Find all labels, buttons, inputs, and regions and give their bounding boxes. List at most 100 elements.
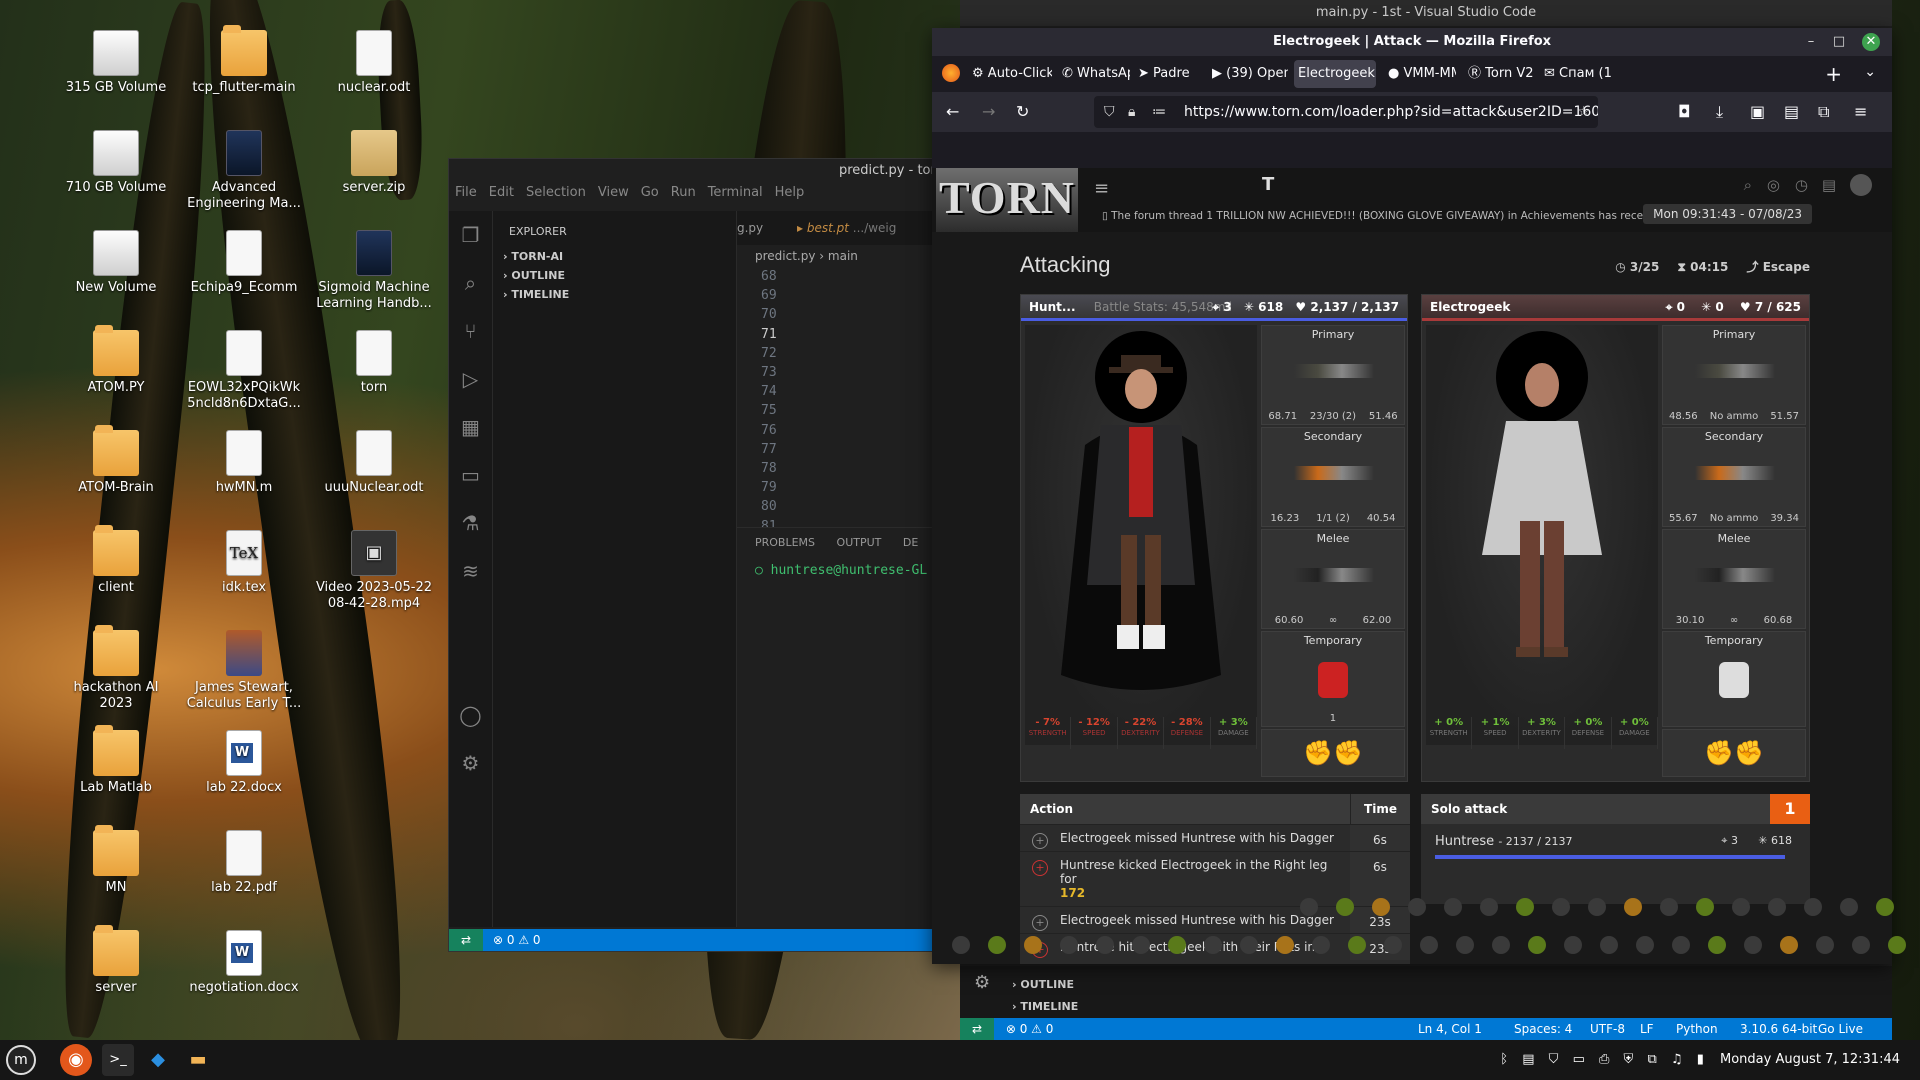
cursor-position[interactable]: Ln 4, Col 1 — [1418, 1018, 1482, 1040]
menu-go[interactable]: Go — [641, 185, 659, 200]
crumb-file[interactable]: predict.py — [755, 249, 815, 263]
chat-channel-button[interactable] — [1552, 898, 1570, 916]
desktop-icon[interactable]: MN — [56, 825, 176, 896]
weapon-slot-temporary[interactable]: Temporary 1 — [1261, 631, 1405, 727]
browser-tab[interactable]: ✉ Спам (12) — [1540, 60, 1612, 88]
browser-tab[interactable]: ⚙ Auto-Click — [968, 60, 1052, 88]
chat-channel-button[interactable] — [1804, 898, 1822, 916]
browser-tab[interactable]: ▶ (39) Open — [1208, 60, 1288, 88]
fists-kick-slot[interactable]: ✊✊ — [1261, 729, 1405, 777]
chat-channel-button[interactable] — [1372, 898, 1390, 916]
settings-icon[interactable]: ⚙ — [459, 751, 483, 775]
menu-view[interactable]: View — [598, 185, 629, 200]
fists-kick-slot[interactable]: ✊✊ — [1662, 729, 1806, 777]
search-icon[interactable]: ⌕ — [1744, 176, 1752, 194]
menu-run[interactable]: Run — [671, 185, 696, 200]
binoculars-icon[interactable]: ◎ — [1767, 176, 1780, 194]
chat-channel-button[interactable] — [1096, 936, 1114, 954]
desktop-icon[interactable]: hwMN.m — [184, 430, 304, 496]
permissions-icon[interactable]: ≔ — [1152, 96, 1166, 128]
remote-icon[interactable]: ⇄ — [449, 929, 483, 951]
desktop-icon[interactable]: 315 GB Volume — [56, 30, 176, 96]
encoding[interactable]: UTF-8 — [1590, 1018, 1625, 1040]
chat-channel-button[interactable] — [1696, 898, 1714, 916]
network-icon[interactable]: ⧉ — [1647, 1052, 1656, 1067]
section-torn-ai[interactable]: › TORN-AI — [493, 238, 736, 263]
timeline-section[interactable]: › TIMELINE — [1012, 1000, 1078, 1013]
python-version[interactable]: 3.10.6 64-bit — [1740, 1018, 1817, 1040]
back-icon[interactable]: ← — [946, 102, 959, 121]
desktop-icon[interactable]: uuuNuclear.odt — [314, 430, 434, 496]
tab-g-py[interactable]: g.py — [737, 221, 763, 235]
menu-selection[interactable]: Selection — [526, 185, 586, 200]
chat-channel-button[interactable] — [1600, 936, 1618, 954]
menu-help[interactable]: Help — [775, 185, 805, 200]
testing-icon[interactable]: ⚗ — [459, 511, 483, 535]
chat-channel-button[interactable] — [1528, 936, 1546, 954]
tab-list-icon[interactable]: ⌄ — [1864, 64, 1876, 80]
chat-channel-button[interactable] — [1204, 936, 1222, 954]
chat-channel-button[interactable] — [1408, 898, 1426, 916]
chat-channel-button[interactable] — [1816, 936, 1834, 954]
clock-tray[interactable]: Monday August 7, 12:31:44 — [1720, 1052, 1900, 1067]
tab-problems[interactable]: PROBLEMS — [755, 536, 815, 549]
downloads-icon[interactable]: ⤓ — [1716, 102, 1723, 122]
desktop-icon[interactable]: ATOM.PY — [56, 325, 176, 396]
torn-logo[interactable]: TORN — [936, 168, 1078, 232]
news-ticker[interactable]: ▯ The forum thread 1 TRILLION NW ACHIEVE… — [1102, 210, 1716, 222]
remote-explorer-icon[interactable]: ▭ — [459, 463, 483, 487]
go-live-button[interactable]: Go Live — [1818, 1018, 1863, 1040]
chat-channel-button[interactable] — [1168, 936, 1186, 954]
solo-player-name[interactable]: Huntrese — [1435, 834, 1494, 849]
lock-icon[interactable]: 🔒︎ — [1128, 96, 1135, 128]
player-name[interactable]: Hunt... — [1029, 300, 1076, 314]
chat-channel-button[interactable] — [1780, 936, 1798, 954]
desktop-icon[interactable]: Lab Matlab — [56, 725, 176, 796]
outline-section[interactable]: › OUTLINE — [1012, 978, 1074, 991]
browser-tab[interactable]: ● VMM-MM — [1384, 60, 1456, 88]
desktop-icon[interactable]: ATOM-Brain — [56, 425, 176, 496]
close-icon[interactable]: ✕ — [1862, 33, 1880, 51]
section-outline[interactable]: › OUTLINE — [493, 263, 736, 282]
bluetooth-icon[interactable]: ᛒ — [1500, 1052, 1508, 1067]
chat-channel-button[interactable] — [1444, 898, 1462, 916]
chat-channel-button[interactable] — [1132, 936, 1150, 954]
chat-channel-button[interactable] — [1876, 898, 1894, 916]
terminal-taskbar-icon[interactable]: >_ — [102, 1044, 134, 1076]
chat-channel-button[interactable] — [1336, 898, 1354, 916]
update-icon[interactable]: ⛨ — [1624, 1052, 1634, 1067]
vscode-taskbar-icon[interactable]: ◆ — [142, 1044, 174, 1076]
browser-tab[interactable]: Ⓡ Torn V2 > — [1464, 60, 1534, 88]
url-bar[interactable]: ⛉ 🔒︎ ≔ https://www.torn.com/loader.php?s… — [1094, 96, 1598, 128]
crumb-symbol[interactable]: main — [828, 249, 858, 263]
chat-channel-button[interactable] — [1744, 936, 1762, 954]
weapon-slot-primary[interactable]: Primary 48.56 No ammo 51.57 — [1662, 325, 1806, 425]
reload-icon[interactable]: ↻ — [1016, 102, 1029, 121]
weapon-slot-secondary[interactable]: Secondary 55.67 No ammo 39.34 — [1662, 427, 1806, 527]
search-icon[interactable]: ⌕ — [459, 271, 483, 295]
desktop-icon[interactable]: EOWL32xPQikWk 5ncld8n6DxtaG... — [184, 330, 304, 412]
remote-icon[interactable]: ⇄ — [960, 1018, 994, 1040]
chat-channel-button[interactable] — [1456, 936, 1474, 954]
weapon-slot-secondary[interactable]: Secondary 16.23 1/1 (2) 40.54 — [1261, 427, 1405, 527]
sound-icon[interactable]: ♫ — [1671, 1052, 1683, 1067]
run-debug-icon[interactable]: ▷ — [459, 367, 483, 391]
desktop-icon[interactable]: tcp_flutter-main — [184, 25, 304, 96]
desktop-icon[interactable]: hackathon AI 2023 — [56, 625, 176, 712]
files-taskbar-icon[interactable]: ▬ — [182, 1044, 214, 1076]
source-control-icon[interactable]: ⑂ — [459, 319, 483, 343]
desktop-icon[interactable]: negotiation.docx — [184, 930, 304, 996]
eol[interactable]: LF — [1640, 1018, 1654, 1040]
maximize-icon[interactable]: □ — [1830, 33, 1848, 51]
minimize-icon[interactable]: – — [1802, 33, 1820, 51]
desktop-icon[interactable]: server — [56, 925, 176, 996]
escape-button[interactable]: ⤴ Escape — [1747, 260, 1810, 274]
tab-best-pt[interactable]: ▸ best.pt — [797, 221, 849, 235]
browser-tab[interactable]: ✆ WhatsApp — [1058, 60, 1130, 88]
battery-icon[interactable]: ▮ — [1697, 1052, 1704, 1067]
chat-channel-button[interactable] — [1060, 936, 1078, 954]
desktop-icon[interactable]: client — [56, 525, 176, 596]
chat-channel-button[interactable] — [1660, 898, 1678, 916]
chat-channel-button[interactable] — [1888, 936, 1906, 954]
clipboard-icon[interactable]: ▤ — [1522, 1052, 1534, 1067]
